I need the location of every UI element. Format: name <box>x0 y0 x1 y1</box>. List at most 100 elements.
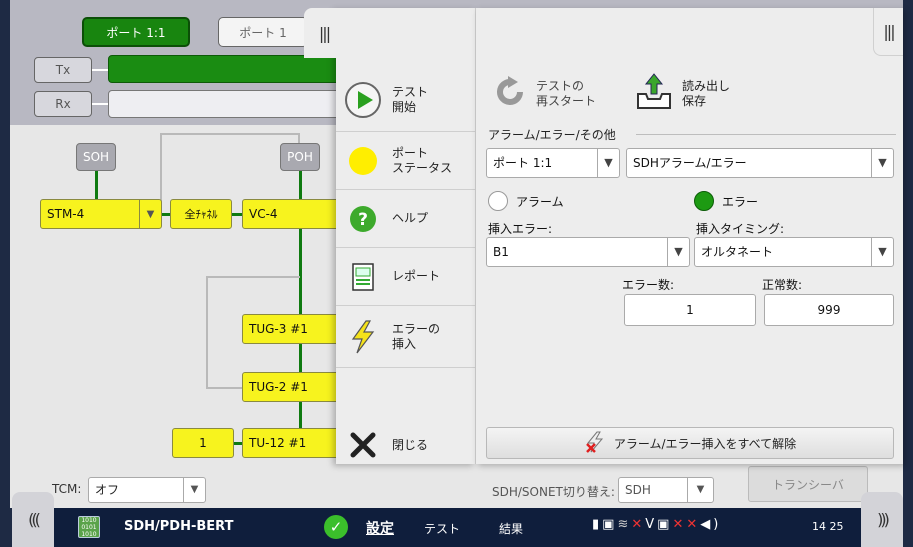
bluetooth-icon: ✕ <box>631 517 646 532</box>
all-channels-node[interactable]: 全ﾁｬﾈﾙ <box>170 199 232 229</box>
menu-item-close[interactable]: 閉じる <box>336 416 476 474</box>
tcm-label: TCM: <box>52 482 82 496</box>
play-icon <box>344 81 382 119</box>
chevron-down-icon: ▼ <box>667 238 689 266</box>
chevron-down-icon: ▼ <box>597 149 619 177</box>
menu-item-label: ポート ステータス <box>392 145 453 175</box>
soh-node[interactable]: SOH <box>76 143 116 171</box>
chevron-down-icon: ▼ <box>183 478 205 502</box>
clock: 14 25 <box>812 520 844 533</box>
wifi-icon: ≋ <box>617 517 632 532</box>
stm-node-label: STM-4 <box>47 207 85 221</box>
load-save-label: 読み出し 保存 <box>682 79 731 108</box>
poh-gray-stub <box>298 133 300 143</box>
tu12-link <box>234 442 242 445</box>
tug2-node[interactable]: TUG-2 #1 <box>242 372 342 402</box>
tug-gray-top <box>206 276 300 278</box>
menu-item-label: テスト 開始 <box>392 84 429 114</box>
stm-link <box>162 213 170 216</box>
port-tab-2[interactable]: ポート 1 <box>218 17 308 47</box>
tcm-select-value: オフ <box>95 483 120 497</box>
tug3-node[interactable]: TUG-3 #1 <box>242 314 342 344</box>
transceiver-button[interactable]: トランシーバ <box>748 466 868 502</box>
radio-error-label: エラー <box>722 194 759 209</box>
app-name[interactable]: SDH/PDH-BERT <box>124 519 233 534</box>
bottom-bar: 1010 0101 1010 SDH/PDH-BERT ✓ 設定 テスト 結果 ▮▣… <box>54 508 861 547</box>
lan-icon: ✕ <box>686 517 701 532</box>
help-icon: ? <box>344 200 382 238</box>
port-tab-1-1[interactable]: ポート 1:1 <box>82 17 190 47</box>
port-select[interactable]: ポート 1:1 ▼ <box>486 148 620 178</box>
lightning-icon <box>344 318 382 356</box>
menu-panel: ||| テスト 開始 ポート ステータス ? ヘルプ レポート エラーの 挿入 … <box>304 8 476 464</box>
rx-button[interactable]: Rx <box>34 91 92 117</box>
insert-timing-select[interactable]: オルタネート ▼ <box>694 237 894 267</box>
panel-grip-handle[interactable]: ||| <box>873 8 903 56</box>
poh-node[interactable]: POH <box>280 143 320 171</box>
clear-all-insertions-button[interactable]: アラーム/エラー挿入をすべて解除 <box>486 427 894 459</box>
tab-results[interactable]: 結果 <box>499 520 523 537</box>
radio-error[interactable]: エラー <box>694 191 758 211</box>
radio-alarm-label: アラーム <box>516 194 564 209</box>
tx-button[interactable]: Tx <box>34 57 92 83</box>
load-save-button[interactable]: 読み出し 保存 <box>634 70 730 118</box>
normal-count-field[interactable]: 999 <box>764 294 894 326</box>
insert-timing-label: 挿入タイミング: <box>696 222 785 236</box>
chevron-down-icon: ▼ <box>871 238 893 266</box>
insert-timing-value: オルタネート <box>701 245 774 259</box>
menu-item-error-insert[interactable]: エラーの 挿入 <box>336 306 476 368</box>
chevron-down-icon[interactable]: ▼ <box>139 200 161 228</box>
chevron-down-icon: ▼ <box>871 149 893 177</box>
tcm-select[interactable]: オフ ▼ <box>88 477 206 503</box>
radio-alarm[interactable]: アラーム <box>488 191 564 211</box>
alarm-error-type-select[interactable]: SDHアラーム/エラー ▼ <box>626 148 894 178</box>
type-select-value: SDHアラーム/エラー <box>633 156 747 170</box>
chevrons-left-icon: ((( <box>28 510 41 529</box>
section-divider <box>636 134 896 135</box>
menu-item-report[interactable]: レポート <box>336 248 476 306</box>
vc4-node[interactable]: VC-4 <box>242 199 342 229</box>
sdh-sonet-switch-select[interactable]: SDH ▼ <box>618 477 714 503</box>
error-count-field[interactable]: 1 <box>624 294 756 326</box>
network-icon: ✕ <box>672 517 687 532</box>
rx-signal-bar[interactable] <box>108 90 348 118</box>
channel-number-node[interactable]: 1 <box>172 428 234 458</box>
rx-connector <box>92 103 108 105</box>
tab-test[interactable]: テスト <box>424 520 460 537</box>
left-expand-tab[interactable]: ((( <box>12 492 54 547</box>
check-status-icon: ✓ <box>324 515 348 539</box>
menu-item-help[interactable]: ? ヘルプ <box>336 190 476 248</box>
tu12-node[interactable]: TU-12 #1 <box>242 428 342 458</box>
alarm-error-panel: ||| テストの 再スタート 読み出し 保存 アラーム/エラー/その他 ポート … <box>476 8 903 464</box>
clear-insertion-icon <box>584 431 606 456</box>
restart-test-label: テストの 再スタート <box>536 79 597 108</box>
insert-error-select[interactable]: B1 ▼ <box>486 237 690 267</box>
radio-selected-icon <box>694 191 714 211</box>
app-icon[interactable]: 1010 0101 1010 <box>78 516 100 538</box>
menu-grip-handle[interactable]: ||| <box>304 8 344 58</box>
sdh-sonet-switch-label: SDH/SONET切り替え: <box>492 485 615 499</box>
section-title: アラーム/エラー/その他 <box>488 128 616 142</box>
stm-node[interactable]: STM-4 ▼ <box>40 199 162 229</box>
camera-icon: ▣ <box>602 517 618 532</box>
clear-all-label: アラーム/エラー挿入をすべて解除 <box>613 436 797 451</box>
radio-unselected-icon <box>488 191 508 211</box>
menu-item-start-test[interactable]: テスト 開始 <box>336 68 476 132</box>
insert-error-value: B1 <box>493 245 509 259</box>
menu-item-port-status[interactable]: ポート ステータス <box>336 132 476 190</box>
soh-poh-gray-horizontal <box>160 133 300 135</box>
tx-connector <box>92 69 108 71</box>
normal-count-label: 正常数: <box>762 278 803 292</box>
port-select-value: ポート 1:1 <box>493 156 553 170</box>
status-dot-icon <box>344 142 382 180</box>
poh-link <box>299 171 302 199</box>
soh-link <box>95 171 98 199</box>
tab-setup[interactable]: 設定 <box>366 518 394 538</box>
sdh-sonet-switch-value: SDH <box>625 483 651 497</box>
right-expand-tab[interactable]: ))) <box>861 492 903 547</box>
tug-gray-vertical <box>206 276 208 388</box>
restart-test-button[interactable]: テストの 再スタート <box>494 70 596 118</box>
report-icon <box>344 258 382 296</box>
tx-signal-bar[interactable]: S <box>108 55 348 83</box>
menu-item-label: エラーの 挿入 <box>392 321 441 351</box>
